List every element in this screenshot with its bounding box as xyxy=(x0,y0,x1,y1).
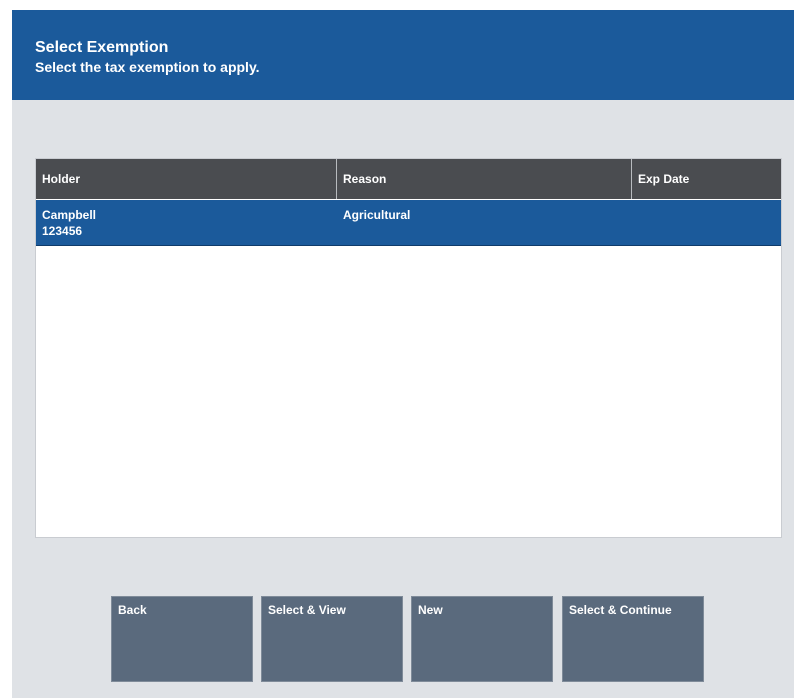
holder-id: 123456 xyxy=(42,224,83,238)
table-header: Holder Reason Exp Date xyxy=(36,159,781,199)
header-bar: Select Exemption Select the tax exemptio… xyxy=(12,10,794,100)
page-subtitle: Select the tax exemption to apply. xyxy=(35,59,260,75)
holder-cell: Campbell 123456 xyxy=(42,207,96,239)
holder-name: Campbell xyxy=(42,208,97,222)
column-header-exp-date[interactable]: Exp Date xyxy=(632,159,781,199)
column-header-reason[interactable]: Reason xyxy=(337,159,632,199)
new-button[interactable]: New xyxy=(411,596,553,682)
select-and-view-button[interactable]: Select & View xyxy=(261,596,403,682)
screen: Select Exemption Select the tax exemptio… xyxy=(12,10,794,698)
column-header-holder[interactable]: Holder xyxy=(36,159,337,199)
back-button[interactable]: Back xyxy=(111,596,253,682)
exemption-table: Holder Reason Exp Date Campbell 123456 A… xyxy=(35,158,782,538)
select-and-continue-button[interactable]: Select & Continue xyxy=(562,596,704,682)
page-title: Select Exemption xyxy=(35,39,169,56)
table-row[interactable]: Campbell 123456 Agricultural xyxy=(36,200,781,246)
reason-cell: Agricultural xyxy=(343,208,411,222)
